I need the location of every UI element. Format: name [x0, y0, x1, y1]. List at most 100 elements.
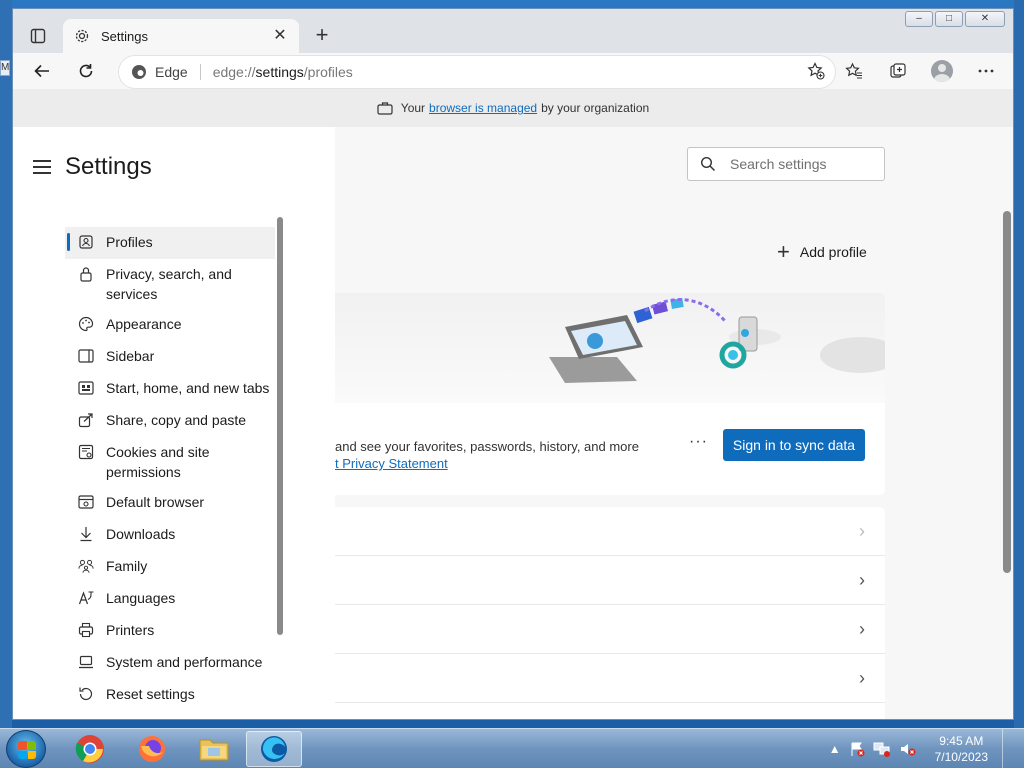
- start-button[interactable]: [6, 730, 46, 768]
- close-window-button[interactable]: ✕: [965, 11, 1005, 27]
- add-favorite-button[interactable]: [807, 62, 825, 83]
- sync-illustration: [335, 293, 885, 403]
- show-desktop-button[interactable]: [1002, 729, 1014, 768]
- collections-button[interactable]: [881, 56, 915, 86]
- home-icon: [78, 378, 94, 398]
- sidebar-item-label: System and performance: [106, 654, 263, 670]
- tab-close-button[interactable]: ✕: [271, 27, 289, 45]
- palette-icon: [78, 314, 94, 334]
- sidebar-header: Settings: [33, 153, 152, 181]
- tab-title: Settings: [101, 28, 148, 44]
- refresh-icon: [79, 64, 93, 78]
- clock[interactable]: 9:45 AM 7/10/2023: [935, 733, 988, 765]
- share-icon: [78, 410, 94, 430]
- managed-info-bar: Your browser is managed by your organiza…: [13, 89, 1013, 127]
- maximize-button[interactable]: □: [935, 11, 963, 27]
- more-dots-icon: [978, 69, 994, 73]
- managed-suffix: by your organization: [541, 101, 650, 115]
- list-item[interactable]: ›: [335, 654, 885, 703]
- sidebar-item-label: Share, copy and paste: [106, 412, 247, 428]
- minimize-button[interactable]: –: [905, 11, 933, 27]
- edge-logo-icon: [132, 65, 146, 79]
- edge-browser-window: Settings ✕ + – □ ✕ Edge edge://settings/…: [12, 8, 1014, 720]
- main-scrollbar[interactable]: [1003, 211, 1011, 573]
- favorites-icon: [845, 62, 862, 79]
- profile-icon: [78, 232, 94, 252]
- privacy-statement-link[interactable]: t Privacy Statement: [335, 456, 639, 471]
- taskbar-file-explorer[interactable]: [186, 731, 242, 767]
- sidebar-item-cookies[interactable]: Cookies and site permissions: [65, 437, 275, 487]
- sidebar-item-languages[interactable]: Languages: [65, 583, 275, 615]
- chrome-icon: [75, 735, 104, 763]
- tab-actions-icon: [30, 28, 46, 44]
- taskbar-edge[interactable]: [246, 731, 302, 767]
- chevron-right-icon: ›: [859, 521, 865, 541]
- sidebar-item-reset[interactable]: Reset settings: [65, 679, 275, 711]
- hamburger-menu-icon[interactable]: [33, 160, 51, 174]
- sidebar-item-sidebar[interactable]: Sidebar: [65, 341, 275, 373]
- list-item[interactable]: [335, 703, 885, 719]
- url-bold: settings: [255, 64, 304, 80]
- managed-link[interactable]: browser is managed: [429, 101, 537, 115]
- sidebar-item-label: Downloads: [106, 526, 176, 542]
- sidebar-item-label: Languages: [106, 590, 176, 606]
- profile-button[interactable]: [925, 56, 959, 86]
- show-hidden-icons-button[interactable]: ▲: [829, 742, 841, 756]
- new-tab-button[interactable]: +: [309, 23, 335, 49]
- desktop-window-stub[interactable]: M: [0, 60, 10, 76]
- sidebar-scrollbar[interactable]: [277, 217, 283, 635]
- sidebar-item-label: Appearance: [106, 316, 182, 332]
- search-settings-box[interactable]: [687, 147, 885, 181]
- settings-sidebar: Settings Profiles Privacy, search, and s…: [13, 127, 335, 719]
- sidebar-item-label: Start, home, and new tabs: [106, 380, 270, 396]
- volume-muted-icon[interactable]: [899, 741, 917, 757]
- sidebar-item-label: Profiles: [106, 234, 153, 250]
- plus-icon: +: [777, 239, 790, 264]
- refresh-button[interactable]: [69, 56, 103, 86]
- page-title: Settings: [65, 153, 152, 180]
- more-options-button[interactable]: ···: [689, 433, 708, 451]
- more-menu-button[interactable]: [969, 56, 1003, 86]
- add-profile-button[interactable]: + Add profile: [777, 239, 867, 264]
- chevron-right-icon: ›: [859, 570, 865, 590]
- sidebar-item-profiles[interactable]: Profiles: [65, 227, 275, 259]
- list-item[interactable]: ›: [335, 507, 885, 556]
- action-center-flag-icon[interactable]: [849, 741, 865, 757]
- collections-icon: [890, 63, 906, 78]
- profile-card: and see your favorites, passwords, histo…: [335, 293, 885, 495]
- sidebar-item-printers[interactable]: Printers: [65, 615, 275, 647]
- sidebar-item-system[interactable]: System and performance: [65, 647, 275, 679]
- sidebar-item-downloads[interactable]: Downloads: [65, 519, 275, 551]
- list-item[interactable]: ›: [335, 605, 885, 654]
- sidebar-item-privacy[interactable]: Privacy, search, and services: [65, 259, 275, 309]
- back-button[interactable]: [25, 56, 59, 86]
- chevron-right-icon: ›: [859, 668, 865, 688]
- edge-icon: [261, 736, 287, 762]
- sign-in-sync-button[interactable]: Sign in to sync data: [723, 429, 865, 461]
- clock-time: 9:45 AM: [939, 734, 984, 748]
- tab-actions-button[interactable]: [25, 23, 51, 49]
- taskbar-chrome[interactable]: [62, 731, 118, 767]
- gear-icon: [73, 27, 91, 45]
- list-item[interactable]: ›: [335, 556, 885, 605]
- sidebar-item-label: Family: [106, 558, 148, 574]
- title-bar: Settings ✕ + – □ ✕: [13, 9, 1013, 53]
- briefcase-icon: [377, 102, 393, 115]
- favorites-button[interactable]: [837, 56, 871, 86]
- windows-logo-icon: [18, 741, 36, 759]
- search-input[interactable]: [730, 156, 870, 172]
- network-icon[interactable]: [873, 741, 891, 757]
- taskbar-firefox[interactable]: [124, 731, 180, 767]
- sidebar-item-start-home[interactable]: Start, home, and new tabs: [65, 373, 275, 405]
- site-name: Edge: [155, 64, 188, 80]
- sidebar-item-share[interactable]: Share, copy and paste: [65, 405, 275, 437]
- tab-settings[interactable]: Settings ✕: [63, 19, 299, 53]
- url-suffix: /profiles: [303, 64, 353, 80]
- printer-icon: [78, 620, 94, 640]
- sidebar-item-default-browser[interactable]: Default browser: [65, 487, 275, 519]
- sidebar-item-appearance[interactable]: Appearance: [65, 309, 275, 341]
- sidebar-item-label: Privacy, search, and services: [106, 266, 232, 302]
- address-bar[interactable]: Edge edge://settings/profiles: [119, 56, 835, 88]
- sidebar-item-family[interactable]: Family: [65, 551, 275, 583]
- lock-icon: [78, 264, 94, 284]
